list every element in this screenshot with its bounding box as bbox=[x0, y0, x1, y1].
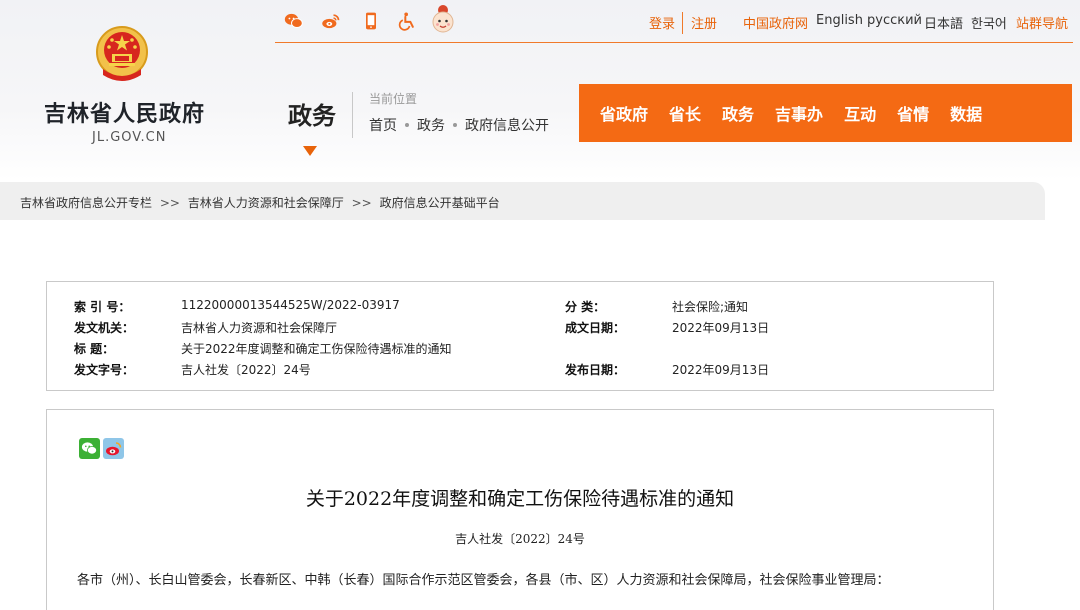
location-home-link[interactable]: 首页 bbox=[369, 115, 397, 135]
category-label: 分 类： bbox=[565, 300, 606, 314]
publish-date-label: 发布日期： bbox=[565, 363, 626, 377]
nav-item-governor[interactable]: 省长 bbox=[669, 101, 701, 125]
location-label: 当前位置 bbox=[369, 92, 418, 106]
nav-item-provincial-government[interactable]: 省政府 bbox=[600, 101, 648, 125]
mascot-icon[interactable] bbox=[430, 4, 456, 34]
location-disclosure-link[interactable]: 政府信息公开 bbox=[465, 115, 549, 135]
register-link[interactable]: 注册 bbox=[691, 13, 717, 32]
document-number-label: 发文字号： bbox=[74, 363, 135, 377]
japanese-link[interactable]: 日本語 bbox=[924, 13, 963, 32]
bullet-separator bbox=[405, 123, 409, 127]
wechat-icon[interactable] bbox=[283, 10, 305, 32]
mobile-icon[interactable] bbox=[360, 10, 382, 32]
document-metadata-box: 索 引 号： 11220000013544525W/2022-03917 分 类… bbox=[46, 281, 994, 391]
header-divider bbox=[352, 92, 353, 138]
korean-link[interactable]: 한국어 bbox=[971, 13, 1007, 32]
breadcrumb-separator: >> bbox=[351, 196, 372, 210]
written-date-value: 2022年09月13日 bbox=[672, 321, 770, 335]
document-title: 关于2022年度调整和确定工伤保险待遇标准的通知 bbox=[305, 488, 735, 510]
breadcrumb-item-disclosure-column[interactable]: 吉林省政府信息公开专栏 bbox=[20, 196, 152, 210]
title-value: 关于2022年度调整和确定工伤保险待遇标准的通知 bbox=[181, 342, 452, 356]
bullet-separator bbox=[453, 123, 457, 127]
gov-portal-link[interactable]: 中国政府网 bbox=[743, 13, 808, 32]
nav-item-jishiban[interactable]: 吉事办 bbox=[775, 101, 823, 125]
issuer-label: 发文机关： bbox=[74, 321, 135, 335]
written-date-label: 成文日期： bbox=[565, 321, 626, 335]
nav-item-province-info[interactable]: 省情 bbox=[897, 101, 929, 125]
location-trail: 首页 政务 政府信息公开 bbox=[369, 115, 549, 135]
category-value: 社会保险;通知 bbox=[672, 300, 749, 314]
index-number-label: 索 引 号： bbox=[74, 300, 131, 314]
index-number-value: 11220000013544525W/2022-03917 bbox=[181, 298, 400, 312]
top-utility-bar: 登录 注册 中国政府网 English русский 日本語 한국어 站群导航 bbox=[275, 0, 1073, 43]
login-register-divider bbox=[682, 12, 683, 34]
location-politics-link[interactable]: 政务 bbox=[417, 115, 445, 135]
document-content-box: 关于2022年度调整和确定工伤保险待遇标准的通知 吉人社发〔2022〕24号 各… bbox=[46, 409, 994, 610]
breadcrumb-item-hrss-department[interactable]: 吉林省人力资源和社会保障厅 bbox=[188, 196, 344, 210]
publish-date-value: 2022年09月13日 bbox=[672, 363, 770, 377]
section-arrow-icon bbox=[303, 146, 317, 156]
weibo-icon[interactable] bbox=[320, 10, 342, 32]
national-emblem-logo[interactable] bbox=[95, 25, 149, 83]
nav-item-interaction[interactable]: 互动 bbox=[844, 101, 876, 125]
login-link[interactable]: 登录 bbox=[649, 13, 675, 32]
russian-link[interactable]: русский bbox=[867, 13, 922, 28]
sitemap-link[interactable]: 站群导航 bbox=[1016, 13, 1068, 32]
breadcrumb-item-platform[interactable]: 政府信息公开基础平台 bbox=[380, 196, 500, 210]
breadcrumb-separator: >> bbox=[159, 196, 180, 210]
main-navigation: 省政府 省长 政务 吉事办 互动 省情 数据 bbox=[579, 84, 1072, 142]
document-number-value: 吉人社发〔2022〕24号 bbox=[181, 363, 311, 377]
issuer-value: 吉林省人力资源和社会保障厅 bbox=[181, 321, 338, 335]
document-number: 吉人社发〔2022〕24号 bbox=[455, 532, 585, 546]
title-label: 标 题： bbox=[74, 342, 115, 356]
nav-item-data[interactable]: 数据 bbox=[950, 101, 982, 125]
weibo-share-icon[interactable] bbox=[103, 438, 124, 459]
wechat-share-icon[interactable] bbox=[79, 438, 100, 459]
site-domain: JL.GOV.CN bbox=[92, 130, 167, 145]
nav-item-government-affairs[interactable]: 政务 bbox=[722, 101, 754, 125]
english-link[interactable]: English bbox=[816, 13, 863, 28]
site-name[interactable]: 吉林省人民政府 bbox=[44, 96, 205, 128]
breadcrumb: 吉林省政府信息公开专栏 >> 吉林省人力资源和社会保障厅 >> 政府信息公开基础… bbox=[20, 194, 500, 211]
accessibility-icon[interactable] bbox=[396, 10, 418, 32]
section-title: 政务 bbox=[288, 102, 336, 130]
document-salutation: 各市（州）、长白山管委会，长春新区、中韩（长春）国际合作示范区管委会，各县（市、… bbox=[77, 573, 890, 588]
